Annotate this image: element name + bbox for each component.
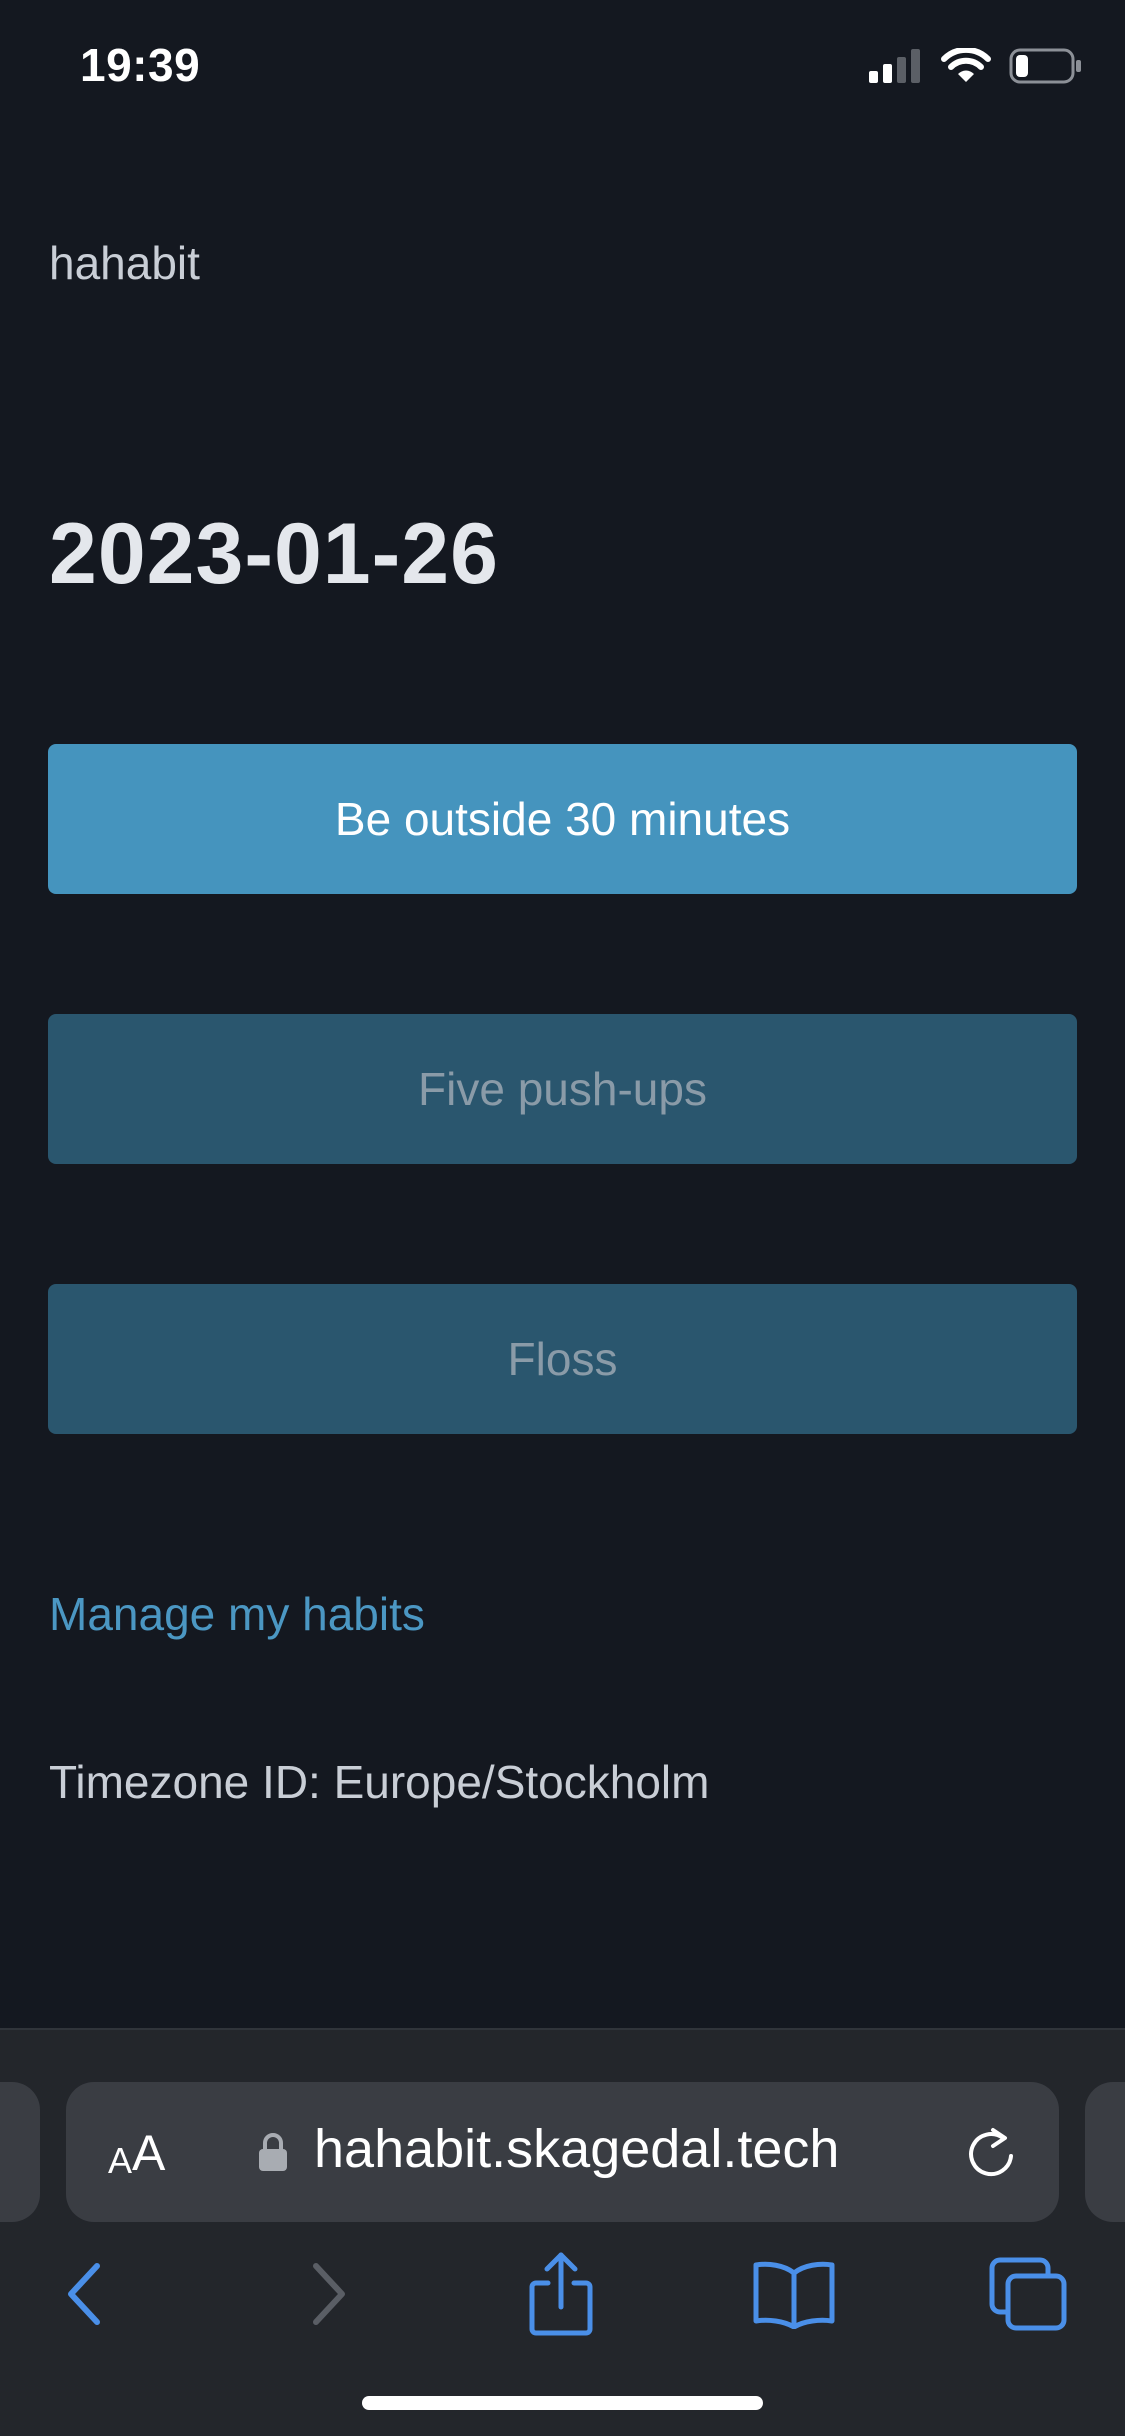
browser-toolbar xyxy=(0,2228,1125,2358)
wifi-icon xyxy=(941,48,991,82)
share-icon xyxy=(529,2252,593,2336)
screen: 19:39 hahabit 2023-01-26 Be outside 30 m… xyxy=(0,0,1125,2436)
habit-button-be-outside[interactable]: Be outside 30 minutes xyxy=(48,744,1077,894)
bookmarks-icon xyxy=(753,2261,835,2329)
address-bar[interactable]: A A hahabit.skagedal.tech xyxy=(66,2082,1059,2222)
next-tab-peek[interactable] xyxy=(1085,2082,1125,2222)
manage-habits-link[interactable]: Manage my habits xyxy=(49,1587,425,1641)
app-brand: hahabit xyxy=(49,237,200,289)
text-size-button[interactable]: A A xyxy=(108,2122,165,2182)
back-button[interactable] xyxy=(40,2254,130,2334)
status-bar: 19:39 xyxy=(0,0,1125,135)
status-time: 19:39 xyxy=(80,39,201,91)
habit-button-push-ups[interactable]: Five push-ups xyxy=(48,1014,1077,1164)
bookmarks-button[interactable] xyxy=(749,2254,839,2334)
cellular-signal-icon xyxy=(869,49,920,83)
text-size-small-glyph: A xyxy=(108,2140,133,2181)
tabs-icon xyxy=(989,2257,1067,2331)
battery-icon xyxy=(1009,48,1081,84)
forward-button[interactable] xyxy=(283,2254,373,2334)
forward-icon xyxy=(313,2263,345,2325)
status-icons xyxy=(869,48,1083,84)
reload-icon[interactable] xyxy=(963,2122,1019,2182)
page-title-date: 2023-01-26 xyxy=(49,506,499,602)
habit-button-floss[interactable]: Floss xyxy=(48,1284,1077,1434)
back-icon xyxy=(68,2263,100,2325)
text-size-large-glyph: A xyxy=(132,2125,166,2181)
tabs-button[interactable] xyxy=(983,2254,1073,2334)
timezone-label: Timezone ID: Europe/Stockholm xyxy=(49,1756,710,1808)
home-indicator[interactable] xyxy=(362,2396,763,2410)
url-text[interactable]: hahabit.skagedal.tech xyxy=(314,2118,839,2180)
share-button[interactable] xyxy=(516,2252,606,2336)
browser-chrome: A A hahabit.skagedal.tech xyxy=(0,2028,1125,2436)
lock-icon xyxy=(259,2133,287,2171)
previous-tab-peek[interactable] xyxy=(0,2082,40,2222)
